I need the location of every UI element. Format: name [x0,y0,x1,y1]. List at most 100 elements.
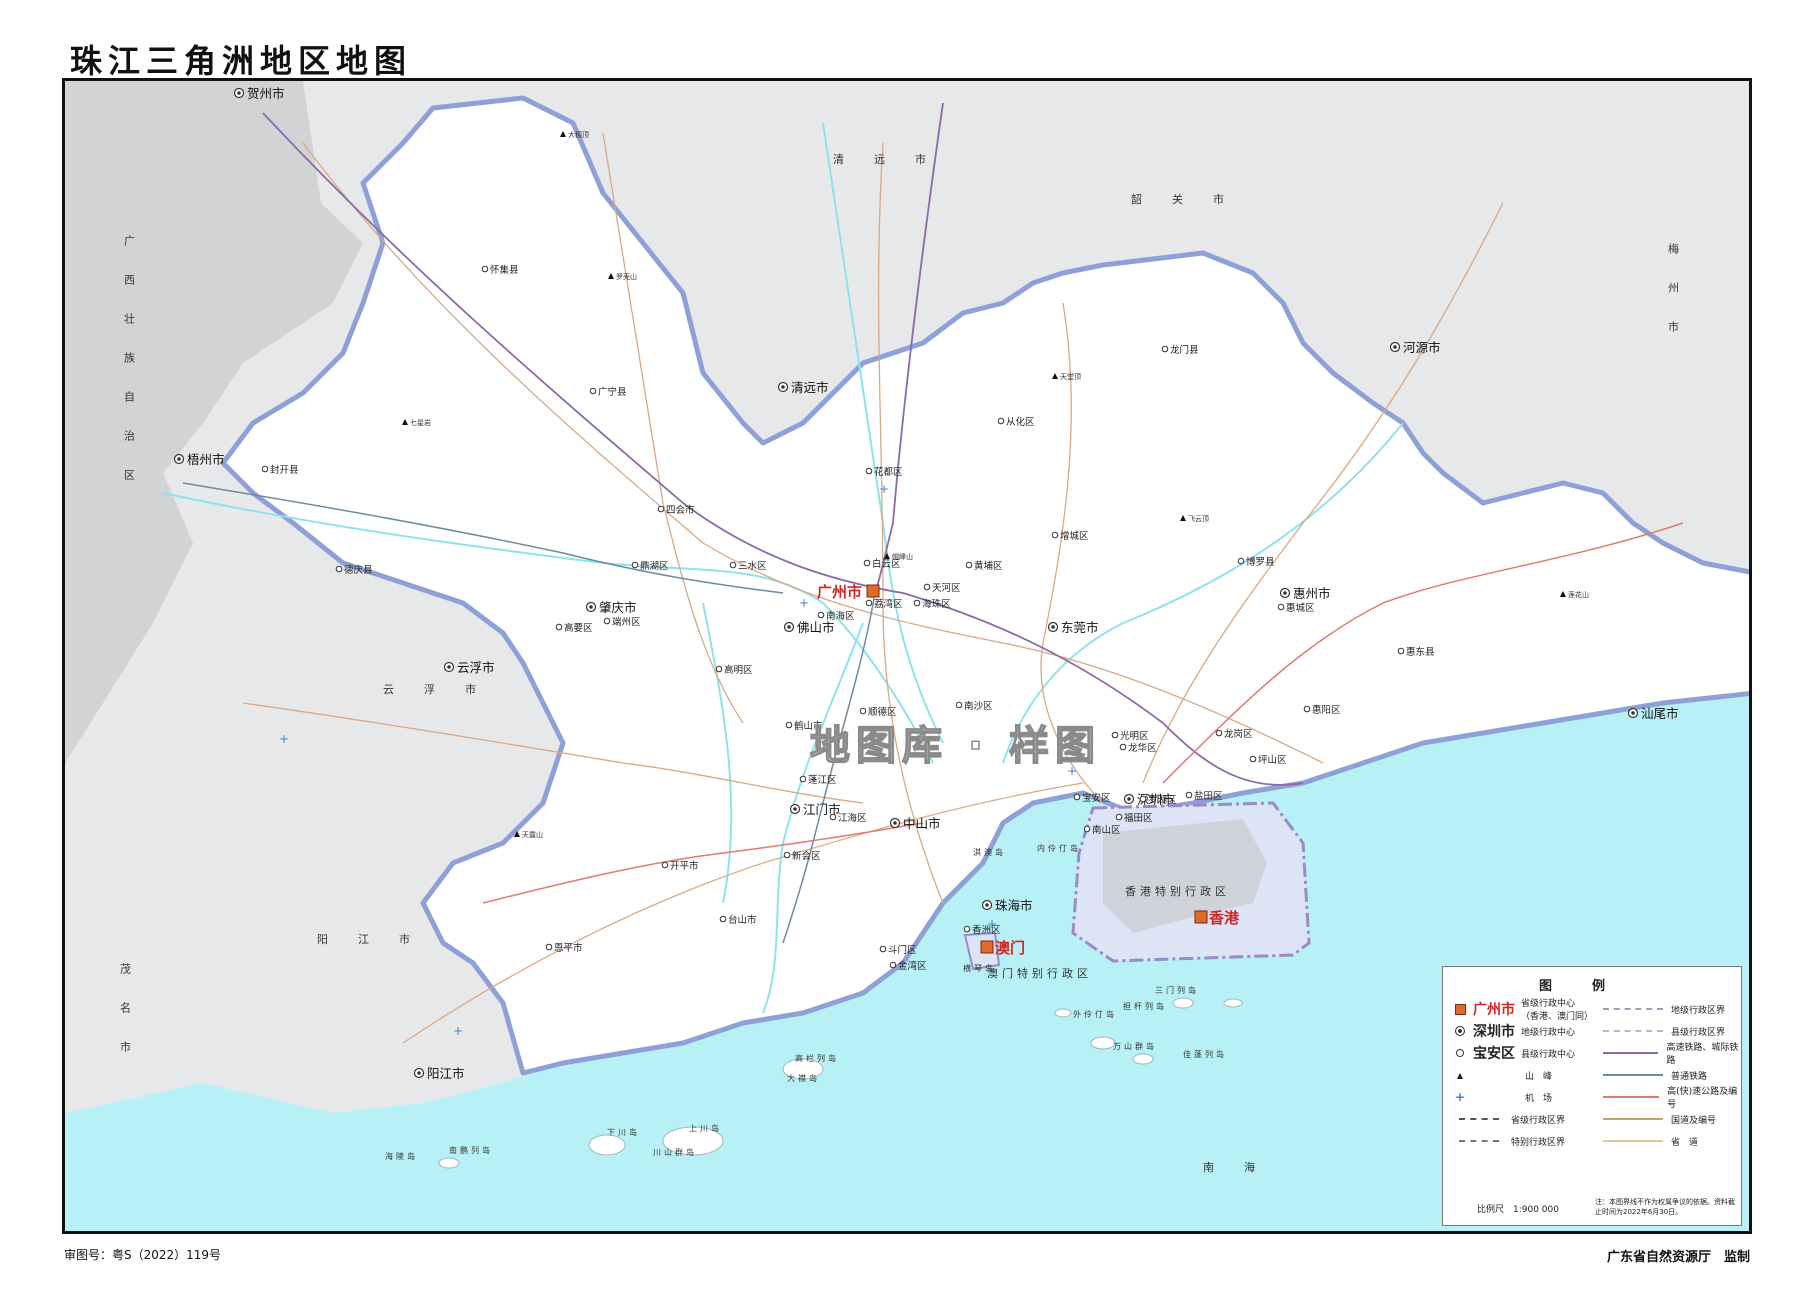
county-marker [1111,731,1119,739]
county-marker [829,813,837,821]
airport-icon: + [1454,1090,1466,1104]
prefecture-city-label: 肇庆市 [599,600,637,615]
county-label: 罗湖区 [1148,795,1177,806]
legend-line-row: 国道及编号 [1603,1111,1716,1127]
county-label: 蓬江区 [808,774,837,786]
county-label: 高明区 [724,664,753,676]
county-label: 恩平市 [554,942,583,954]
legend-symbol-row: ▲ 山 峰 [1451,1067,1552,1083]
county-label: 三水区 [738,560,767,572]
county-label: 增城区 [1060,530,1089,542]
prefecture-city-label: 珠海市 [995,898,1033,913]
county-marker [783,851,791,859]
county-marker [631,561,639,569]
scale-bar-text: 比例尺 1:900 000 [1477,1205,1559,1215]
county-marker [1115,813,1123,821]
map-legend: 图例 广州市 省级行政中心（香港、澳门同） 深圳市 地级行政中心 宝安区 县级行政中心 ▲ 山… [1442,966,1742,1226]
legend-line-icon [1603,1074,1663,1076]
county-label: 龙岗区 [1224,728,1253,740]
region-name-label: 梅州市 [1667,242,1680,360]
prefecture-city-label: 贺州市 [247,86,285,101]
prefecture-city-dot [787,625,791,629]
county-marker [817,611,825,619]
county-marker [1139,795,1147,803]
county-marker [603,617,611,625]
county-label: 香洲区 [972,925,1001,936]
island-label: 外伶仃岛 [1073,1009,1117,1019]
region-name-label: 云浮市 [383,682,506,696]
county-marker [865,599,873,607]
legend-sample-text: 广州市 [1473,1002,1515,1018]
prefecture-city-label: 阳江市 [427,1066,465,1081]
prefecture-city-dot [417,1071,421,1075]
island-label: 横琴岛 [963,963,996,973]
prefecture-city-dot [1631,711,1635,715]
county-label: 南山区 [1092,824,1121,836]
county-label: 德庆县 [344,564,373,576]
legend-symbol-row: 宝安区 县级行政中心 [1451,1045,1575,1062]
county-label: 福田区 [1124,812,1153,824]
county-marker [719,915,727,923]
peak-label: 天露山 [522,830,543,839]
provincial-capital-label: 澳门 [995,939,1025,957]
legend-note: 注：本图界线不作为权属争议的依据。资料截止时间为2022年6月30日。 [1595,1198,1735,1216]
svg-text:+: + [799,596,809,610]
county-label: 高要区 [564,622,593,634]
prefecture-city-icon [1451,1026,1469,1036]
legend-line-icon [1603,1140,1663,1142]
legend-line-row: 普通铁路 [1603,1067,1707,1083]
county-marker [785,721,793,729]
county-marker [481,265,489,273]
region-name-label: 茂名市 [119,962,132,1080]
sar-area-label: 香港特别行政区 [1125,884,1230,898]
legend-label: 特别行政区界 [1511,1137,1566,1148]
prefecture-city-dot [447,665,451,669]
legend-symbol-row: + 机 场 [1451,1089,1552,1105]
prefecture-city-dot [1051,625,1055,629]
county-marker [661,861,669,869]
legend-line-icon [1603,1096,1660,1098]
legend-label: 高速铁路、城际铁路 [1666,1043,1739,1066]
county-marker [1051,531,1059,539]
provincial-capital-marker [1194,910,1208,924]
county-icon [1451,1049,1469,1057]
county-label: 黄埔区 [974,560,1003,572]
legend-label: 省级行政中心（香港、澳门同） [1521,999,1594,1022]
county-marker [1185,791,1193,799]
legend-symbol-row: 省级行政区界 [1451,1111,1565,1127]
legend-title: 图例 [1538,979,1645,994]
county-marker [963,925,971,933]
county-label: 台山市 [728,914,757,926]
provincial-capital-label: 香港 [1209,909,1240,927]
county-marker [879,945,887,953]
peak-label: 天堂顶 [1060,372,1081,381]
sar-boundary-icon [1451,1140,1507,1142]
county-marker [799,775,807,783]
county-label: 坪山区 [1258,754,1287,766]
island-label: 川山群岛 [653,1147,697,1157]
prefecture-city-dot [1393,345,1397,349]
island-label: 大襟岛 [787,1073,820,1083]
svg-text:+: + [879,482,889,496]
county-label: 四会市 [666,504,695,516]
prefecture-city-dot [237,91,241,95]
svg-text:+: + [279,732,289,746]
county-marker [913,599,921,607]
region-name-label: 阳江市 [317,932,440,946]
island-label: 佳蓬列岛 [1183,1049,1227,1059]
county-marker [1249,755,1257,763]
county-marker [1303,705,1311,713]
prefecture-city-dot [985,903,989,907]
prefecture-city-label: 汕尾市 [1641,706,1679,721]
county-label: 龙门县 [1170,344,1199,356]
island-label: 淇澳岛 [973,847,1006,857]
county-marker [965,561,973,569]
provincial-capital-marker [866,584,880,598]
county-label: 封开县 [270,464,299,476]
legend-label: 地级行政中心 [1521,1027,1576,1038]
legend-symbol-row: 特别行政区界 [1451,1133,1565,1149]
county-marker [997,417,1005,425]
county-label: 端州区 [612,616,641,628]
legend-label: 省 道 [1671,1137,1699,1148]
county-label: 斗门区 [888,944,917,956]
